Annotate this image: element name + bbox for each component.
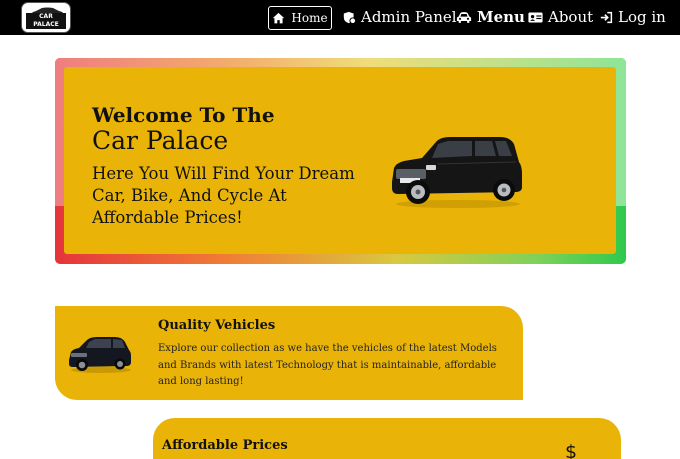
nav-login[interactable]: Log in bbox=[600, 5, 666, 29]
nav-about-label: About bbox=[548, 8, 594, 26]
admin-shield-icon bbox=[343, 11, 356, 24]
car-palace-logo[interactable]: CAR PALACE bbox=[21, 2, 71, 33]
hero-subtitle: Here You Will Find Your Dream Car, Bike,… bbox=[92, 164, 355, 227]
nav-home-label: Home bbox=[291, 11, 328, 25]
hero-suv-image bbox=[392, 137, 522, 208]
id-card-icon bbox=[528, 12, 543, 22]
car-icon bbox=[456, 11, 472, 23]
nav-login-label: Log in bbox=[618, 8, 666, 26]
feature-text-quality: Explore our collection as we have the ve… bbox=[158, 343, 497, 387]
nav-admin-panel[interactable]: Admin Panel bbox=[343, 5, 457, 29]
hero-title-line1: Welcome To The bbox=[92, 103, 275, 127]
dollar-icon: $ bbox=[565, 441, 578, 459]
feature-title-prices: Affordable Prices bbox=[162, 438, 288, 453]
hero-title-line2: Car Palace bbox=[92, 126, 229, 155]
nav-menu-label: Menu bbox=[477, 8, 525, 26]
nav-home-button[interactable]: Home bbox=[268, 6, 332, 30]
login-icon bbox=[600, 11, 613, 23]
nav-menu[interactable]: Menu bbox=[456, 5, 525, 29]
nav-about[interactable]: About bbox=[528, 5, 593, 29]
navbar: CAR PALACE Home Admin Panel Menu About L… bbox=[0, 0, 680, 35]
nav-admin-label: Admin Panel bbox=[361, 8, 457, 26]
quality-car-image bbox=[69, 337, 131, 373]
logo-text: CAR PALACE bbox=[26, 13, 66, 29]
feature-title-quality: Quality Vehicles bbox=[158, 318, 276, 333]
home-icon bbox=[273, 12, 285, 23]
